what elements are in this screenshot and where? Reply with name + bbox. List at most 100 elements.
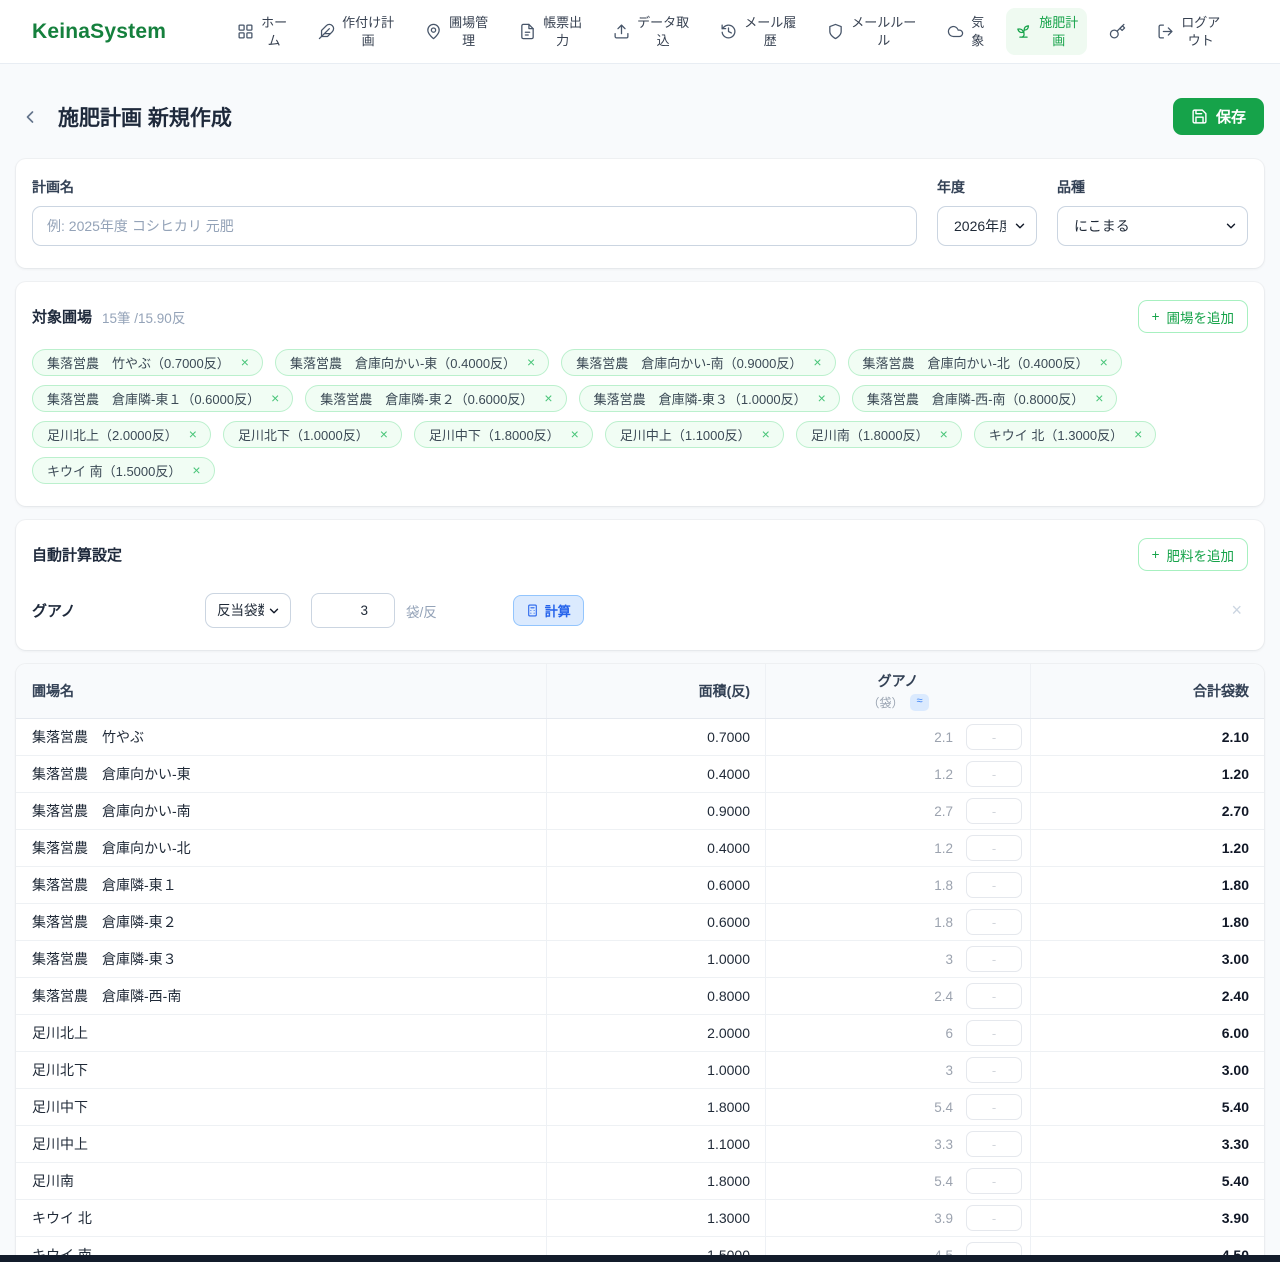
add-fertilizer-button[interactable]: + 肥料を追加 [1138,538,1248,571]
chip-remove-icon[interactable]: × [544,391,552,405]
nav-label: メール履 歴 [744,14,796,49]
chip-remove-icon[interactable]: × [189,427,197,441]
chip-remove-icon[interactable]: × [1100,355,1108,369]
top-nav: KeinaSystem ホー ム 作付け計 画 圃場管 理 帳票出 力 データ取… [0,0,1280,64]
field-chip-label: キウイ 南（1.5000反） [47,461,181,480]
guano-override-input[interactable] [966,761,1022,787]
field-chip-label: キウイ 北（1.3000反） [989,425,1123,444]
guano-override-input[interactable] [966,909,1022,935]
variety-label: 品種 [1057,177,1248,197]
cell-total-bags: 3.00 [1030,941,1264,977]
guano-override-input[interactable] [966,872,1022,898]
guano-override-input[interactable] [966,1020,1022,1046]
variety-select[interactable]: にこまる [1057,206,1248,246]
guano-calculated-value: 6 [945,1026,953,1041]
field-chips: 集落営農 竹やぶ（0.7000反） × 集落営農 倉庫向かい-東（0.4000反… [32,349,1248,484]
auto-calc-card: 自動計算設定 + 肥料を追加 グアノ 反当袋数 袋/反 計算 × [16,520,1264,650]
guano-override-input[interactable] [966,724,1022,750]
guano-calculated-value: 5.4 [934,1100,953,1115]
map-pin-icon [425,23,442,40]
nav-item-report-output[interactable]: 帳票出 力 [510,8,591,55]
nav-item-mail-rules[interactable]: メールルー ル [818,8,925,55]
field-chip: 集落営農 倉庫向かい-南（0.9000反） × [561,349,835,376]
add-field-button[interactable]: + 圃場を追加 [1138,300,1248,333]
field-chip: 集落営農 竹やぶ（0.7000反） × [32,349,263,376]
cell-guano: 3 [765,1052,1030,1088]
chip-remove-icon[interactable]: × [762,427,770,441]
table-row: 足川南 1.8000 5.4 5.40 [16,1163,1264,1200]
chip-remove-icon[interactable]: × [571,427,579,441]
chip-remove-icon[interactable]: × [813,355,821,369]
chip-remove-icon[interactable]: × [1134,427,1142,441]
field-chip-label: 足川北上（2.0000反） [47,425,178,444]
chip-remove-icon[interactable]: × [527,355,535,369]
file-text-icon [519,23,536,40]
field-chip-label: 集落営農 倉庫向かい-北（0.4000反） [863,353,1089,372]
field-chip-label: 足川中下（1.8000反） [429,425,560,444]
year-select[interactable]: 2026年度 [937,206,1037,246]
save-icon [1191,108,1208,125]
page-title: 施肥計画 新規作成 [58,102,232,132]
table-row: 集落営農 倉庫向かい-南 0.9000 2.7 2.70 [16,793,1264,830]
cell-field-name: 集落営農 倉庫隣-西-南 [16,978,546,1014]
chip-remove-icon[interactable]: × [818,391,826,405]
table-row: キウイ 北 1.3000 3.9 3.90 [16,1200,1264,1237]
cell-area: 0.4000 [546,830,765,866]
chip-remove-icon[interactable]: × [241,355,249,369]
feather-icon [318,23,335,40]
nav-item-home[interactable]: ホー ム [228,8,296,55]
calculate-button[interactable]: 計算 [513,595,584,626]
nav-item-logout[interactable]: ログア ウト [1148,8,1229,55]
guano-override-input[interactable] [966,798,1022,824]
guano-calculated-value: 3.3 [934,1137,953,1152]
table-row: 足川中上 1.1000 3.3 3.30 [16,1126,1264,1163]
guano-override-input[interactable] [966,1168,1022,1194]
guano-override-input[interactable] [966,1094,1022,1120]
chip-remove-icon[interactable]: × [1095,391,1103,405]
calc-mode-select[interactable]: 反当袋数 [205,593,291,628]
save-button[interactable]: 保存 [1173,98,1264,135]
add-fertilizer-label: 肥料を追加 [1167,545,1235,565]
save-label: 保存 [1216,106,1246,127]
col-header-area: 面積(反) [546,664,765,718]
guano-override-input[interactable] [966,835,1022,861]
nav-item-weather[interactable]: 気 象 [938,8,993,55]
approx-badge[interactable]: ≈ [910,694,928,710]
bags-per-tan-input[interactable] [311,593,395,628]
guano-override-input[interactable] [966,983,1022,1009]
guano-calculated-value: 3.9 [934,1211,953,1226]
guano-override-input[interactable] [966,1057,1022,1083]
brand-logo[interactable]: KeinaSystem [32,20,166,44]
chip-remove-icon[interactable]: × [271,391,279,405]
back-button[interactable] [16,103,44,131]
nav-item-field-management[interactable]: 圃場管 理 [416,8,497,55]
nav-item-fertilization-plan[interactable]: 施肥計 画 [1006,8,1087,55]
fields-table-card: 圃場名 面積(反) グアノ （袋） ≈ 合計袋数 集落営農 竹やぶ 0.7000… [16,664,1264,1262]
remove-fertilizer-icon[interactable]: × [1225,600,1248,621]
cell-area: 0.8000 [546,978,765,1014]
cell-field-name: 集落営農 倉庫隣-東３ [16,941,546,977]
field-chip: 足川南（1.8000反） × [796,421,962,448]
nav-item-data-import[interactable]: データ取 込 [604,8,698,55]
cell-total-bags: 2.40 [1030,978,1264,1014]
nav-item-planting-plan[interactable]: 作付け計 画 [309,8,403,55]
shield-icon [827,23,844,40]
chip-remove-icon[interactable]: × [940,427,948,441]
guano-override-input[interactable] [966,1205,1022,1231]
guano-header-label: グアノ [878,671,919,691]
guano-calculated-value: 3 [945,952,953,967]
table-row: 足川北下 1.0000 3 3.00 [16,1052,1264,1089]
plan-name-input[interactable] [32,206,917,246]
cell-total-bags: 3.90 [1030,1200,1264,1236]
cell-area: 0.6000 [546,867,765,903]
field-chip: 足川北上（2.0000反） × [32,421,211,448]
nav-item-password[interactable] [1100,17,1135,46]
cell-field-name: 集落営農 倉庫向かい-南 [16,793,546,829]
plan-form-card: 計画名 年度 2026年度 品種 にこまる [16,159,1264,268]
col-header-field-name: 圃場名 [16,664,546,718]
chip-remove-icon[interactable]: × [192,463,200,477]
guano-override-input[interactable] [966,1131,1022,1157]
chip-remove-icon[interactable]: × [380,427,388,441]
guano-override-input[interactable] [966,946,1022,972]
nav-item-mail-history[interactable]: メール履 歴 [711,8,805,55]
